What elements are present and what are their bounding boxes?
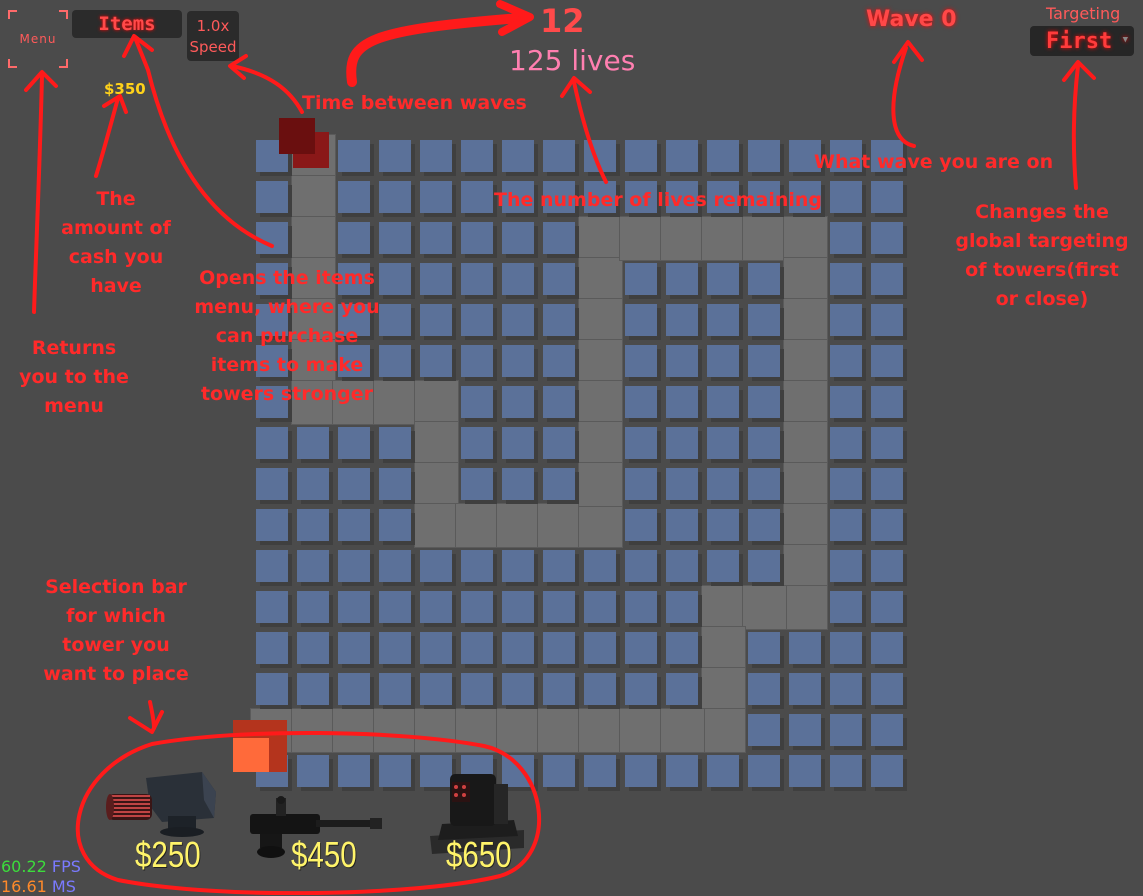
annotation-strokes: [24, 0, 1096, 895]
annotation-time-between-waves: Time between waves: [302, 92, 527, 114]
annotation-selection-bar: Selection bar for which tower you want t…: [43, 576, 189, 685]
annotation-wave: What wave you are on: [814, 151, 1054, 173]
annotation-lives: The number of lives remaining: [494, 189, 823, 211]
annotation-menu: Returns you to the menu: [19, 337, 129, 417]
annotation-items: Opens the items menu, where you can purc…: [194, 267, 380, 405]
annotation-targeting: Changes the global targeting of towers(f…: [955, 201, 1129, 310]
annotation-cash: The amount of cash you have: [61, 188, 171, 297]
